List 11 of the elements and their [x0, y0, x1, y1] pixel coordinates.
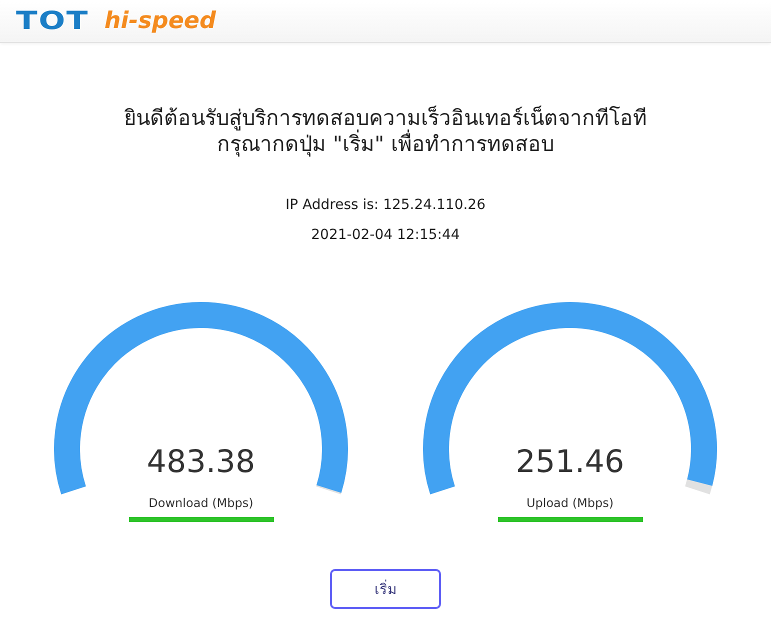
welcome-heading: ยินดีต้อนรับสู่บริการทดสอบความเร็วอินเทอร์เน็ตจากทีโอที	[124, 105, 647, 130]
welcome-heading: กรุณากดปุ่ม "เริ่ม" เพื่อทำการทดสอบ	[217, 131, 554, 157]
timestamp-text: 2021-02-04 12:15:44	[311, 226, 460, 245]
logo-text: hi-speed	[104, 7, 216, 35]
speed-label: Upload (Mbps)	[526, 495, 614, 511]
speed-value: 251.46	[516, 443, 624, 482]
speed-label: Download (Mbps)	[148, 495, 254, 511]
speed-value: 483.38	[146, 443, 256, 482]
logo-mark: TOT	[16, 8, 89, 34]
ip-address-text: IP Address is: 125.24.110.26	[286, 196, 486, 215]
start-button[interactable]: เริ่ม	[330, 569, 441, 609]
